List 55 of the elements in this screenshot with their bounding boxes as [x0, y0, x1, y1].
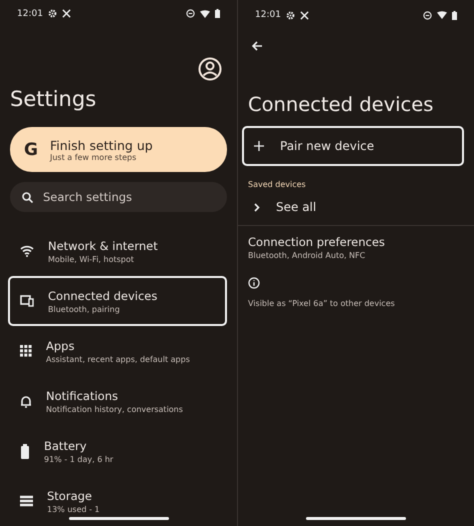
- battery-icon: [20, 444, 30, 458]
- do-not-disturb-icon: [186, 9, 195, 18]
- do-not-disturb-icon: [423, 10, 432, 20]
- status-time: 12:01: [17, 8, 43, 18]
- search-field[interactable]: Search settings: [10, 182, 227, 212]
- status-icon: [62, 9, 71, 18]
- page-title: Connected devices: [248, 93, 434, 116]
- chevron-right-icon: [254, 202, 260, 212]
- devices-icon: [20, 295, 34, 307]
- page-title: Settings: [10, 87, 98, 111]
- item-title: Battery: [44, 438, 88, 452]
- pair-new-device-button[interactable]: Pair new device: [242, 126, 464, 166]
- visibility-note: Visible as “Pixel 6a” to other devices: [248, 299, 396, 308]
- section-label: Saved devices: [248, 180, 307, 189]
- card-title: Finish setting up: [50, 138, 153, 152]
- status-icon: [300, 10, 309, 20]
- item-subtitle: Notification history, conversations: [46, 404, 183, 414]
- item-subtitle: Mobile, Wi-Fi, hotspot: [48, 254, 135, 264]
- google-logo: G: [24, 140, 38, 160]
- back-arrow-icon[interactable]: [252, 41, 263, 51]
- bell-icon: [20, 394, 32, 408]
- item-subtitle: Bluetooth, pairing: [48, 304, 121, 314]
- gesture-handle[interactable]: [68, 517, 168, 520]
- item-subtitle: Assistant, recent apps, default apps: [46, 354, 190, 364]
- item-title: Storage: [47, 488, 93, 502]
- battery-icon: [452, 10, 457, 20]
- account-avatar-icon: [198, 57, 222, 81]
- item-title: Connected devices: [48, 288, 158, 302]
- gear-icon: [286, 10, 295, 20]
- card-subtitle: Just a few more steps: [50, 152, 138, 162]
- battery-icon: [215, 9, 220, 18]
- settings-item[interactable]: Connected devices Bluetooth, pairing: [8, 276, 227, 326]
- settings-item[interactable]: Network & internet Mobile, Wi-Fi, hotspot: [8, 226, 227, 276]
- connection-preferences-item[interactable]: Connection preferences Bluetooth, Android Auto, NFC: [248, 226, 464, 269]
- item-title: Notifications: [46, 388, 119, 402]
- settings-item[interactable]: Battery 91% - 1 day, 6 hr: [8, 426, 227, 476]
- gesture-handle[interactable]: [306, 517, 406, 520]
- status-time: 12:01: [255, 10, 281, 20]
- settings-item[interactable]: Notifications Notification history, conversations: [8, 376, 227, 426]
- item-subtitle: 91% - 1 day, 6 hr: [44, 454, 114, 464]
- settings-item[interactable]: Storage 13% used - 1: [8, 476, 227, 526]
- gear-icon: [48, 9, 57, 18]
- wifi-icon: [20, 245, 34, 257]
- info-icon: [248, 277, 260, 289]
- wifi-signal-icon: [437, 11, 447, 19]
- storage-icon: [20, 495, 33, 507]
- apps-grid-icon: [20, 345, 32, 357]
- item-title: Network & internet: [48, 238, 158, 252]
- plus-icon: [254, 141, 264, 151]
- wifi-signal-icon: [200, 10, 210, 18]
- item-subtitle: 13% used - 1: [47, 504, 100, 514]
- settings-item[interactable]: Apps Assistant, recent apps, default apps: [8, 326, 227, 376]
- item-title: Apps: [46, 338, 76, 352]
- search-icon: [22, 192, 33, 203]
- see-all-item[interactable]: See all: [248, 189, 464, 225]
